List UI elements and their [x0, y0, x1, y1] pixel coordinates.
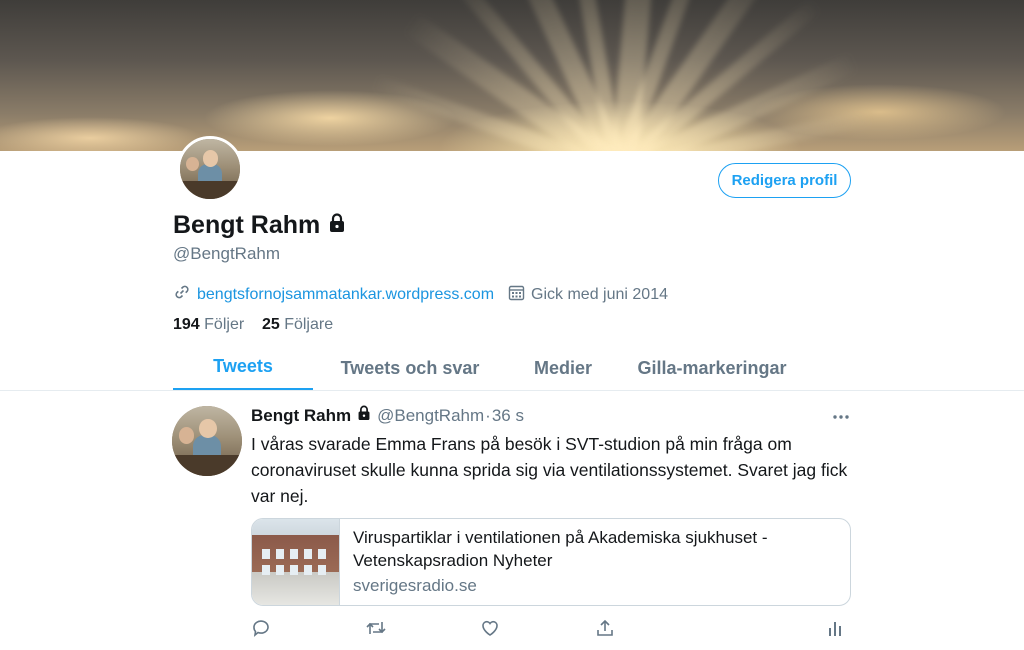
tweet-author-name[interactable]: Bengt Rahm	[251, 406, 351, 426]
tab-media[interactable]: Medier	[507, 345, 619, 391]
following-count: 194	[173, 316, 200, 333]
followers-label: Följare	[284, 316, 334, 333]
link-card-title: Viruspartiklar i ventilationen på Akadem…	[353, 528, 768, 570]
lock-icon	[357, 405, 371, 426]
following-label: Följer	[204, 316, 245, 333]
tab-likes[interactable]: Gilla-markeringar	[619, 345, 805, 391]
share-icon[interactable]	[595, 618, 617, 640]
follow-stats: 194 Följer 25 Följare	[173, 316, 333, 334]
profile-website-link[interactable]: bengtsfornojsammatankar.wordpress.com	[197, 286, 494, 304]
tweet-separator: ·	[485, 405, 491, 425]
tweet-header: Bengt Rahm @BengtRahm · 36 s	[251, 405, 524, 426]
lock-icon	[328, 211, 346, 240]
tab-tweets[interactable]: Tweets	[173, 345, 313, 391]
followers-count: 25	[261, 316, 280, 333]
following-link[interactable]: 194 Följer	[173, 316, 244, 333]
reply-icon[interactable]	[251, 618, 273, 640]
followers-link[interactable]: 25 Följare	[262, 316, 333, 333]
profile-name: Bengt Rahm	[173, 211, 321, 239]
like-icon[interactable]	[480, 618, 502, 640]
tweet-author-handle[interactable]: @BengtRahm	[377, 406, 484, 426]
tweet-time[interactable]: 36 s	[492, 406, 524, 426]
tabs-divider	[0, 390, 1024, 391]
profile-banner[interactable]	[0, 0, 1024, 151]
profile-handle: @BengtRahm	[173, 244, 281, 263]
profile-meta: bengtsfornojsammatankar.wordpress.com Gi…	[173, 283, 668, 306]
retweet-icon[interactable]	[365, 618, 387, 640]
tweet-actions	[251, 618, 851, 640]
edit-profile-button[interactable]: Redigera profil	[718, 163, 851, 198]
tweet-text: I våras svarade Emma Frans på besök i SV…	[251, 434, 848, 506]
profile-joined-date: Gick med juni 2014	[531, 285, 668, 303]
profile-avatar[interactable]	[177, 136, 243, 202]
more-icon[interactable]	[832, 404, 850, 425]
tab-tweets-and-replies[interactable]: Tweets och svar	[313, 345, 507, 391]
profile-tabs: Tweets Tweets och svar Medier Gilla-mark…	[173, 345, 805, 391]
analytics-icon[interactable]	[825, 618, 847, 640]
profile-name-row: Bengt Rahm	[173, 211, 346, 240]
link-icon	[173, 283, 191, 306]
link-card-thumbnail	[252, 519, 340, 605]
link-card-domain: sverigesradio.se	[353, 576, 477, 595]
tweet-link-card[interactable]: Viruspartiklar i ventilationen på Akadem…	[251, 518, 851, 606]
calendar-icon	[508, 284, 525, 306]
tweet-author-avatar[interactable]	[172, 406, 242, 476]
